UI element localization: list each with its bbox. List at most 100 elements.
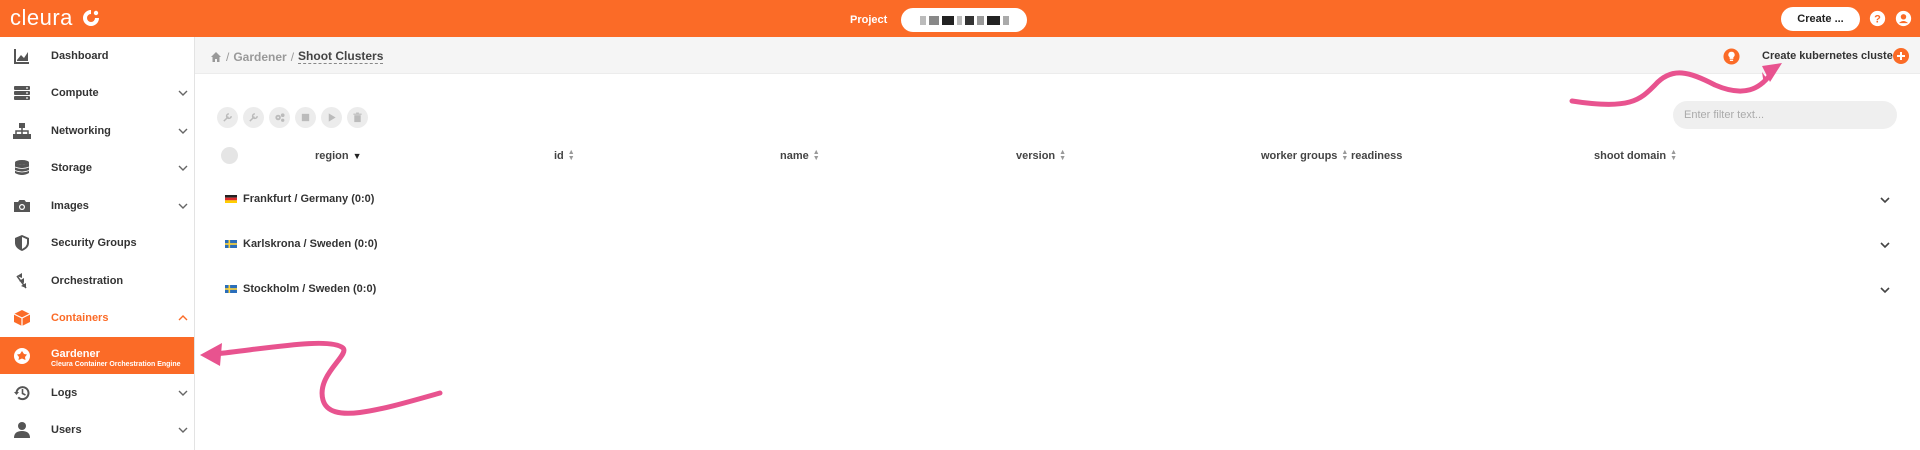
- chart-icon: [14, 48, 29, 64]
- select-all-checkbox[interactable]: [221, 147, 238, 164]
- column-label: region: [315, 150, 349, 162]
- edit-button[interactable]: [217, 107, 238, 128]
- chevron-down-icon: [178, 203, 188, 209]
- column-header-shoot-domain[interactable]: shoot domain ▲ ▼: [1594, 149, 1678, 162]
- region-group-row[interactable]: Karlskrona / Sweden (0:0): [195, 235, 1920, 255]
- cleura-logo-icon: [82, 10, 99, 26]
- chevron-down-icon: [178, 427, 188, 434]
- trash-icon: [353, 112, 362, 123]
- sidebar-item-dashboard[interactable]: Dashboard: [0, 37, 194, 75]
- logo-text: cleura: [10, 5, 73, 30]
- sort-icon: ▲ ▼: [567, 149, 575, 162]
- maintenance-button[interactable]: [243, 107, 264, 128]
- settings-button[interactable]: [269, 107, 290, 128]
- create-kubernetes-cluster-link[interactable]: Create kubernetes cluster: [1762, 50, 1897, 62]
- sweden-flag-icon: [225, 285, 237, 293]
- user-icon: [14, 422, 30, 439]
- project-dropdown[interactable]: [901, 8, 1028, 32]
- region-group-row[interactable]: Stockholm / Sweden (0:0): [195, 280, 1920, 300]
- chevron-down-icon[interactable]: [1880, 240, 1890, 250]
- chevron-down-icon[interactable]: [1880, 195, 1890, 205]
- sidebar-item-label: Networking: [51, 124, 111, 137]
- sidebar-item-sublabel: Cleura Container Orchestration Engine: [51, 361, 181, 368]
- sidebar-item-label: Security Groups: [51, 237, 137, 250]
- orchestration-icon: [16, 272, 27, 289]
- chevron-up-icon: [178, 315, 188, 321]
- chevron-down-icon[interactable]: [1880, 285, 1890, 295]
- sidebar-item-label: Compute: [51, 87, 99, 100]
- account-icon[interactable]: [1895, 10, 1912, 27]
- camera-icon: [14, 199, 30, 212]
- sidebar-item-label: Dashboard: [51, 49, 109, 62]
- sidebar-item-label: Containers: [51, 312, 109, 325]
- sort-icon: ▲ ▼: [1341, 149, 1349, 162]
- sidebar-item-containers[interactable]: Containers: [0, 300, 194, 338]
- delete-button[interactable]: [347, 107, 368, 128]
- chevron-down-icon: [178, 128, 188, 134]
- column-header-name[interactable]: name ▲ ▼: [780, 149, 820, 162]
- sidebar-item-label: Gardener: [51, 348, 100, 360]
- region-group-row[interactable]: Frankfurt / Germany (0:0): [195, 190, 1920, 210]
- sidebar-item-storage[interactable]: Storage: [0, 150, 194, 188]
- sidebar-item-compute[interactable]: Compute: [0, 75, 194, 113]
- sweden-flag-icon: [225, 240, 237, 248]
- column-header-readiness[interactable]: readiness: [1351, 150, 1402, 162]
- action-toolbar: [217, 107, 368, 128]
- sort-icon: ▲ ▼: [1670, 149, 1678, 162]
- project-selector: Project: [850, 8, 1028, 32]
- column-header-worker-groups[interactable]: worker groups ▲ ▼: [1261, 149, 1349, 162]
- column-label: name: [780, 150, 809, 162]
- breadcrumb-parent[interactable]: Gardener: [233, 50, 286, 64]
- stop-button[interactable]: [295, 107, 316, 128]
- play-icon: [328, 113, 336, 122]
- sidebar-item-label: Logs: [51, 386, 78, 399]
- plus-icon[interactable]: [1893, 48, 1909, 64]
- filter-input[interactable]: [1673, 101, 1897, 129]
- column-header-id[interactable]: id ▲ ▼: [554, 149, 575, 162]
- history-icon: [14, 385, 30, 400]
- table-header: region ▼ id ▲ ▼ name ▲ ▼ version ▲ ▼ worker…: [195, 146, 1920, 166]
- column-header-version[interactable]: version ▲ ▼: [1016, 149, 1066, 162]
- region-group-label: Karlskrona / Sweden (0:0): [243, 238, 378, 250]
- gardener-icon: [14, 347, 30, 364]
- sort-icon: ▲ ▼: [812, 149, 820, 162]
- sort-desc-icon: ▼: [352, 151, 362, 161]
- wrench-icon: [249, 113, 258, 122]
- sidebar-item-gardener[interactable]: Gardener Cleura Container Orchestration …: [0, 337, 194, 374]
- column-label: shoot domain: [1594, 150, 1667, 162]
- region-group-label: Stockholm / Sweden (0:0): [243, 283, 377, 295]
- germany-flag-icon: [225, 195, 237, 203]
- create-button[interactable]: Create ...: [1781, 7, 1860, 31]
- column-label: id: [554, 150, 564, 162]
- top-bar: cleura Project Create ... ?: [0, 0, 1920, 37]
- lightbulb-icon[interactable]: [1723, 48, 1740, 65]
- box-icon: [13, 310, 31, 327]
- logo[interactable]: cleura: [10, 5, 101, 31]
- sidebar-item-label: Orchestration: [51, 274, 124, 287]
- sidebar-item-label: Images: [51, 199, 89, 212]
- sidebar-item-networking[interactable]: Networking: [0, 112, 194, 150]
- chevron-down-icon: [178, 390, 188, 396]
- server-icon: [14, 86, 30, 101]
- column-header-region[interactable]: region ▼: [315, 150, 362, 162]
- sidebar-item-logs[interactable]: Logs: [0, 374, 194, 412]
- sidebar-item-images[interactable]: Images: [0, 187, 194, 225]
- gears-icon: [275, 113, 285, 122]
- project-label: Project: [850, 14, 888, 26]
- breadcrumb: / Gardener / Shoot Clusters: [210, 49, 384, 64]
- stop-icon: [301, 113, 310, 122]
- shield-icon: [15, 235, 29, 252]
- sidebar-item-users[interactable]: Users: [0, 412, 194, 450]
- region-group-label: Frankfurt / Germany (0:0): [243, 193, 375, 205]
- svg-text:?: ?: [1874, 13, 1881, 25]
- sidebar-item-security-groups[interactable]: Security Groups: [0, 225, 194, 263]
- help-icon[interactable]: ?: [1869, 10, 1886, 27]
- start-button[interactable]: [321, 107, 342, 128]
- page-header: / Gardener / Shoot Clusters Create kuber…: [195, 37, 1920, 74]
- column-label: version: [1016, 150, 1056, 162]
- page-title: Shoot Clusters: [298, 49, 384, 64]
- sidebar-item-orchestration[interactable]: Orchestration: [0, 262, 194, 300]
- network-icon: [13, 122, 31, 139]
- home-icon[interactable]: [210, 51, 222, 63]
- sidebar: Dashboard Compute Networking Storage Ima…: [0, 37, 195, 450]
